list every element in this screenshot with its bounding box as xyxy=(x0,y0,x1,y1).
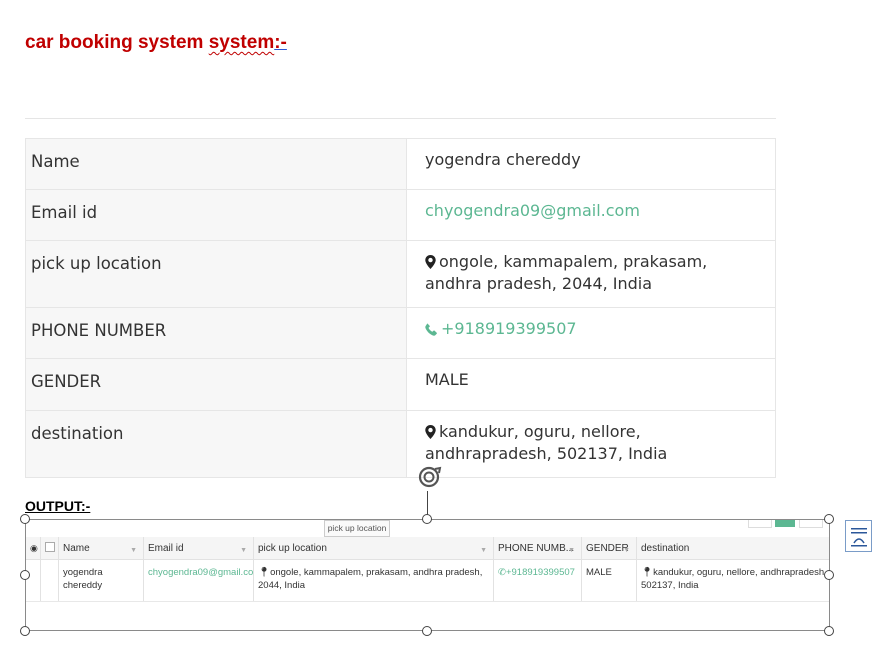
resize-handle-top-right[interactable] xyxy=(824,514,834,524)
table-row: PHONE NUMBER +918919399507 xyxy=(25,307,776,359)
table-row[interactable]: yogendra chereddy chyogendra09@gmail.com… xyxy=(26,560,829,602)
resize-handle-bottom-left[interactable] xyxy=(20,626,30,636)
row-label-gender: GENDER xyxy=(25,358,407,411)
row-value-destination: kandukur, oguru, nellore, andhrapradesh,… xyxy=(406,410,776,478)
grid-button-active[interactable] xyxy=(775,520,795,527)
grid-header: ◉ Name ▼ Email id ▼ pick up location ▼ PHON… xyxy=(26,537,829,560)
row-spacer xyxy=(26,560,40,601)
layout-options-icon[interactable] xyxy=(845,520,872,552)
email-link[interactable]: chyogendra09@gmail.com xyxy=(406,189,776,241)
row-label-phone: PHONE NUMBER xyxy=(25,307,407,359)
cell-phone[interactable]: ✆+918919399507 xyxy=(493,560,581,601)
header-destination[interactable]: destination xyxy=(636,537,829,559)
row-value-gender: MALE xyxy=(406,358,776,411)
title-text: car booking system xyxy=(25,32,209,53)
resize-handle-right[interactable] xyxy=(824,570,834,580)
table-row: Email id chyogendra09@gmail.com xyxy=(25,189,776,241)
eye-icon[interactable]: ◉ xyxy=(26,537,40,559)
select-all-checkbox[interactable] xyxy=(40,537,58,559)
grid-button[interactable] xyxy=(748,520,772,528)
table-row: destination kandukur, oguru, nellore, an… xyxy=(25,410,776,478)
map-pin-icon xyxy=(425,424,436,444)
table-row: pick up location ongole, kammapalem, pra… xyxy=(25,240,776,308)
output-label: OUTPUT:- xyxy=(25,498,91,514)
row-label-pickup: pick up location xyxy=(25,240,407,308)
cell-destination: 📍︎kandukur, oguru, nellore, andhraprades… xyxy=(636,560,829,601)
title-misspelled-word: system xyxy=(208,32,275,53)
table-row: Name yogendra chereddy xyxy=(25,138,776,190)
phone-icon xyxy=(425,321,438,341)
resize-handle-left[interactable] xyxy=(20,570,30,580)
header-phone[interactable]: PHONE NUMB... ▼ xyxy=(493,537,581,559)
column-tooltip: pick up location xyxy=(324,520,390,537)
row-value-name: yogendra chereddy xyxy=(406,138,776,190)
phone-value[interactable]: +918919399507 xyxy=(441,319,577,338)
cell-pickup: 📍︎ongole, kammapalem, prakasam, andhra p… xyxy=(253,560,493,601)
rotate-handle-icon[interactable] xyxy=(414,464,444,492)
pickup-value: ongole, kammapalem, prakasam, andhra pra… xyxy=(425,252,708,293)
cell-gender: MALE xyxy=(581,560,636,601)
table-row: GENDER MALE xyxy=(25,358,776,411)
destination-value: kandukur, oguru, nellore, andhrapradesh,… xyxy=(425,422,668,463)
phone-link[interactable]: +918919399507 xyxy=(406,307,776,359)
map-pin-icon: 📍︎ xyxy=(258,567,271,578)
map-pin-icon xyxy=(425,254,436,274)
header-gender[interactable]: GENDER ▼ xyxy=(581,537,636,559)
header-pickup[interactable]: pick up location ▼ xyxy=(253,537,493,559)
map-pin-icon: 📍︎ xyxy=(641,567,654,578)
row-checkbox-cell[interactable] xyxy=(40,560,58,601)
header-email[interactable]: Email id ▼ xyxy=(143,537,253,559)
row-label-email: Email id xyxy=(25,189,407,241)
row-value-pickup: ongole, kammapalem, prakasam, andhra pra… xyxy=(406,240,776,308)
phone-icon: ✆ xyxy=(498,567,506,578)
resize-handle-top[interactable] xyxy=(422,514,432,524)
resize-handle-bottom[interactable] xyxy=(422,626,432,636)
output-image[interactable]: pick up location ◉ Name ▼ Email id ▼ pick … xyxy=(25,519,830,631)
header-name[interactable]: Name ▼ xyxy=(58,537,143,559)
resize-handle-bottom-right[interactable] xyxy=(824,626,834,636)
resize-handle-top-left[interactable] xyxy=(20,514,30,524)
cell-email[interactable]: chyogendra09@gmail.com xyxy=(143,560,253,601)
grid-button[interactable] xyxy=(799,520,823,528)
booking-details-table: Name yogendra chereddy Email id chyogend… xyxy=(25,138,776,478)
divider xyxy=(25,118,776,119)
cell-name: yogendra chereddy xyxy=(58,560,143,601)
title-suffix: :- xyxy=(274,32,287,53)
row-label-destination: destination xyxy=(25,410,407,478)
document-title: car booking system system:- xyxy=(25,32,287,54)
row-label-name: Name xyxy=(25,138,407,190)
email-value[interactable]: chyogendra09@gmail.com xyxy=(425,201,640,220)
